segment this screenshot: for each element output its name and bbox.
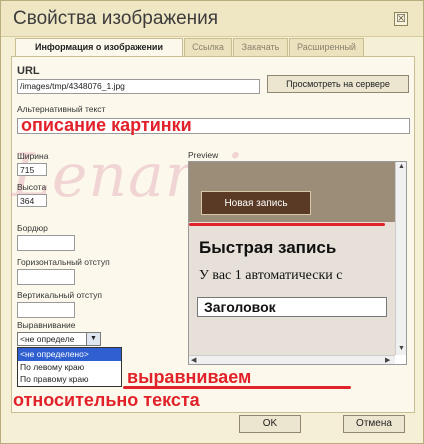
preview-body: Быстрая запись У вас 1 автоматически с З… bbox=[189, 222, 395, 355]
scroll-down-icon[interactable]: ▼ bbox=[398, 345, 405, 352]
align-option-undefined[interactable]: <не определено> bbox=[18, 348, 121, 361]
preview-header-image: Новая запись bbox=[189, 162, 395, 222]
preview-vertical-scrollbar[interactable]: ▲ ▼ bbox=[395, 162, 406, 355]
url-input[interactable]: /images/tmp/4348076_1.jpg bbox=[17, 79, 260, 94]
preview-heading: Быстрая запись bbox=[199, 238, 337, 257]
image-properties-dialog: Свойства изображения ☒ Информация о изоб… bbox=[0, 0, 424, 444]
tab-advanced[interactable]: Расширенный bbox=[289, 38, 364, 56]
preview-label: Preview bbox=[188, 150, 219, 160]
align-option-right[interactable]: По правому краю bbox=[18, 373, 121, 386]
align-annotation-line2: относительно текста bbox=[13, 390, 200, 410]
preview-new-post-button: Новая запись bbox=[201, 191, 311, 215]
preview-pane: Новая запись Быстрая запись У вас 1 авто… bbox=[188, 161, 407, 365]
scroll-right-icon[interactable]: ▶ bbox=[385, 356, 390, 364]
close-icon[interactable]: ☒ bbox=[394, 12, 408, 26]
ok-button[interactable]: OK bbox=[239, 415, 301, 433]
chevron-down-icon[interactable]: ▼ bbox=[86, 333, 100, 345]
dialog-title: Свойства изображения bbox=[13, 8, 219, 29]
vspace-label: Вертикальный отступ bbox=[17, 290, 102, 300]
height-input[interactable]: 364 bbox=[17, 194, 47, 207]
preview-subheading: Заголовок bbox=[197, 297, 387, 317]
vspace-input[interactable] bbox=[17, 302, 75, 318]
dialog-titlebar: Свойства изображения ☒ bbox=[1, 1, 423, 37]
preview-underline bbox=[189, 223, 385, 226]
width-input[interactable]: 715 bbox=[17, 163, 47, 176]
border-input[interactable] bbox=[17, 235, 75, 251]
scroll-left-icon[interactable]: ◀ bbox=[191, 356, 196, 364]
align-select[interactable]: <не определе ▼ bbox=[17, 332, 101, 346]
height-label: Высота bbox=[17, 182, 47, 192]
annotation-underline bbox=[123, 386, 351, 389]
alt-annotation: описание картинки bbox=[21, 115, 192, 135]
align-dropdown-list: <не определено> По левому краю По правом… bbox=[17, 347, 122, 387]
alt-text-label: Альтернативный текст bbox=[17, 104, 106, 114]
cancel-button[interactable]: Отмена bbox=[343, 415, 405, 433]
align-select-value: <не определе bbox=[20, 334, 75, 344]
align-annotation-line1: выравниваем bbox=[127, 367, 252, 387]
align-option-left[interactable]: По левому краю bbox=[18, 361, 121, 374]
scroll-up-icon[interactable]: ▲ bbox=[398, 163, 405, 170]
align-label: Выравнивание bbox=[17, 320, 76, 330]
tab-image-info[interactable]: Информация о изображении bbox=[15, 38, 183, 57]
url-label: URL bbox=[17, 65, 40, 77]
width-label: Ширина bbox=[17, 151, 49, 161]
browse-server-button[interactable]: Просмотреть на сервере bbox=[267, 75, 409, 93]
border-label: Бордюр bbox=[17, 223, 48, 233]
hspace-label: Горизонтальный отступ bbox=[17, 257, 110, 267]
preview-text: У вас 1 автоматически с bbox=[199, 268, 343, 283]
tab-link[interactable]: Ссылка bbox=[184, 38, 232, 56]
tab-upload[interactable]: Закачать bbox=[233, 38, 288, 56]
preview-horizontal-scrollbar[interactable]: ◀ ▶ bbox=[189, 355, 395, 364]
hspace-input[interactable] bbox=[17, 269, 75, 285]
